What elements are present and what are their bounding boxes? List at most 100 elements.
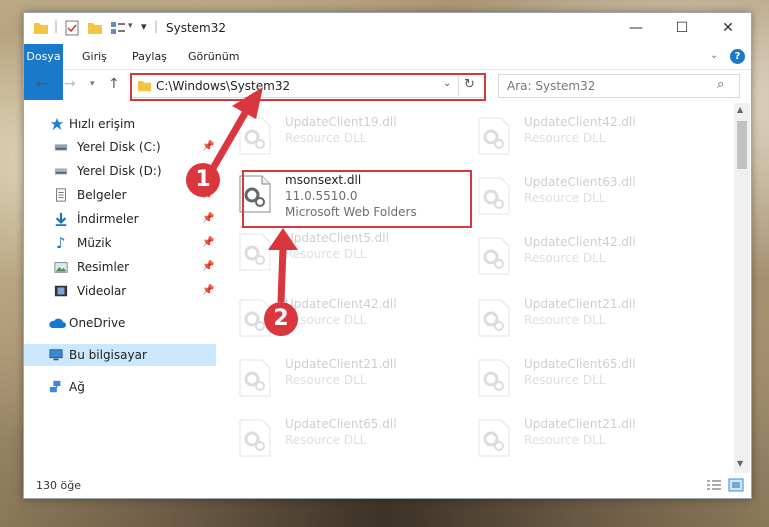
search-box[interactable]: Ara: System32 ⌕ [498,74,740,98]
customize-toolbar-icon[interactable]: ▾ [141,20,147,33]
file-name: UpdateClient42.dll [524,115,636,129]
scrollbar-thumb[interactable] [737,121,747,169]
up-arrow-icon[interactable]: ↑ [108,76,120,92]
separator: | [54,19,59,33]
sidebar-label: Resimler [77,260,130,274]
file-item[interactable]: UpdateClient65.dll Resource DLL [458,353,688,409]
navigation-pane: Hızlı erişim Yerel Disk (C:) 📌 Yerel Dis… [24,103,216,473]
tab-share[interactable]: Paylaş [132,44,167,69]
pin-icon: 📌 [202,237,215,248]
vertical-scrollbar[interactable]: ▲ ▼ [734,103,750,473]
drive-icon [54,144,68,151]
file-list: UpdateClient19.dll Resource DLL msonsext… [219,103,734,473]
item-count: 130 öğe [36,479,81,492]
file-name: UpdateClient65.dll [524,357,636,371]
sidebar-label: Yerel Disk (D:) [77,164,162,178]
file-item[interactable]: UpdateClient42.dll Resource DLL [458,231,688,287]
file-item[interactable]: UpdateClient42.dll Resource DLL [219,293,449,349]
details-view-icon[interactable] [706,479,722,492]
window-title: System32 [166,21,227,35]
video-icon [54,285,68,297]
dll-file-icon [239,359,271,397]
sidebar-item-pictures[interactable]: Resimler 📌 [24,256,216,278]
help-icon[interactable]: ? [730,49,745,64]
sidebar-item-quick-access[interactable]: Hızlı erişim [24,113,216,135]
sidebar-item-music[interactable]: ♪ Müzik 📌 [24,232,216,254]
file-item[interactable]: UpdateClient21.dll Resource DLL [458,413,688,469]
tab-view[interactable]: Görünüm [188,44,239,69]
file-name: UpdateClient42.dll [285,297,397,311]
search-placeholder: Ara: System32 [507,79,596,93]
minimize-button[interactable]: — [613,13,659,44]
file-description: Resource DLL [524,251,606,265]
explorer-window: | ▾ ▾ | System32 — ☐ ✕ Dosya Giriş Payla… [23,12,752,499]
file-name: UpdateClient65.dll [285,417,397,431]
file-item[interactable]: UpdateClient19.dll Resource DLL [219,111,449,167]
expand-ribbon-icon[interactable]: ⌄ [710,50,718,61]
star-icon [50,117,64,131]
file-name: UpdateClient21.dll [285,357,397,371]
sidebar-item-local-disk-c[interactable]: Yerel Disk (C:) 📌 [24,136,216,158]
recent-locations-icon[interactable]: ▾ [90,79,95,89]
dll-file-icon [478,117,510,155]
pin-icon: 📌 [202,213,215,224]
file-item[interactable]: UpdateClient21.dll Resource DLL [219,353,449,409]
scroll-down-icon[interactable]: ▼ [737,459,743,468]
sidebar-label: Hızlı erişim [69,117,136,131]
new-folder-icon[interactable] [87,20,103,36]
sidebar-label: Videolar [77,284,127,298]
file-item[interactable]: UpdateClient5.dll Resource DLL [219,227,449,283]
dll-file-icon [478,237,510,275]
dll-file-icon [478,359,510,397]
sidebar-item-downloads[interactable]: İndirmeler 📌 [24,208,216,230]
cloud-icon [49,318,66,328]
file-name: UpdateClient19.dll [285,115,397,129]
scroll-up-icon[interactable]: ▲ [737,105,743,114]
step-2-badge: 2 [264,302,298,336]
maximize-button[interactable]: ☐ [659,13,705,44]
sidebar-item-videos[interactable]: Videolar 📌 [24,280,216,302]
sidebar-label: Ağ [69,380,85,394]
dll-file-icon [478,177,510,215]
file-item[interactable]: UpdateClient42.dll Resource DLL [458,111,688,167]
folder-icon [34,23,48,34]
download-icon [55,212,67,226]
file-item[interactable]: UpdateClient21.dll Resource DLL [458,293,688,349]
file-item[interactable]: UpdateClient63.dll Resource DLL [458,171,688,227]
status-bar: 130 öğe [24,475,751,497]
file-description: Resource DLL [524,313,606,327]
large-icons-view-icon[interactable] [728,478,744,492]
dll-file-icon [239,233,271,271]
file-item[interactable]: UpdateClient65.dll Resource DLL [219,413,449,469]
file-name: UpdateClient63.dll [524,175,636,189]
drive-icon [54,168,68,175]
sidebar-item-this-pc[interactable]: Bu bilgisayar [24,344,216,366]
dll-file-icon [239,419,271,457]
chevron-down-icon[interactable]: ▾ [128,21,133,31]
tab-home[interactable]: Giriş [82,44,107,69]
file-description: Resource DLL [524,373,606,387]
properties-icon[interactable] [64,20,80,36]
dll-file-icon [478,299,510,337]
file-name: UpdateClient21.dll [524,417,636,431]
file-description: Resource DLL [285,247,367,261]
pin-icon: 📌 [202,141,215,152]
sidebar-label: Belgeler [77,188,127,202]
pin-icon: 📌 [202,261,215,272]
pin-icon: 📌 [202,285,215,296]
file-description: Resource DLL [285,373,367,387]
back-arrow-icon[interactable]: ← [36,76,48,92]
close-button[interactable]: ✕ [705,13,751,44]
file-name: UpdateClient42.dll [524,235,636,249]
search-icon[interactable]: ⌕ [717,77,724,92]
computer-icon [49,349,63,361]
file-description: Resource DLL [524,191,606,205]
sidebar-item-network[interactable]: Ağ [24,376,216,398]
file-name: UpdateClient5.dll [285,231,389,245]
network-icon [49,380,61,393]
step-1-badge: 1 [186,163,220,197]
forward-arrow-icon[interactable]: → [64,76,76,92]
view-options-icon[interactable] [110,20,126,36]
dll-file-icon [239,117,271,155]
sidebar-item-onedrive[interactable]: OneDrive [24,312,216,334]
